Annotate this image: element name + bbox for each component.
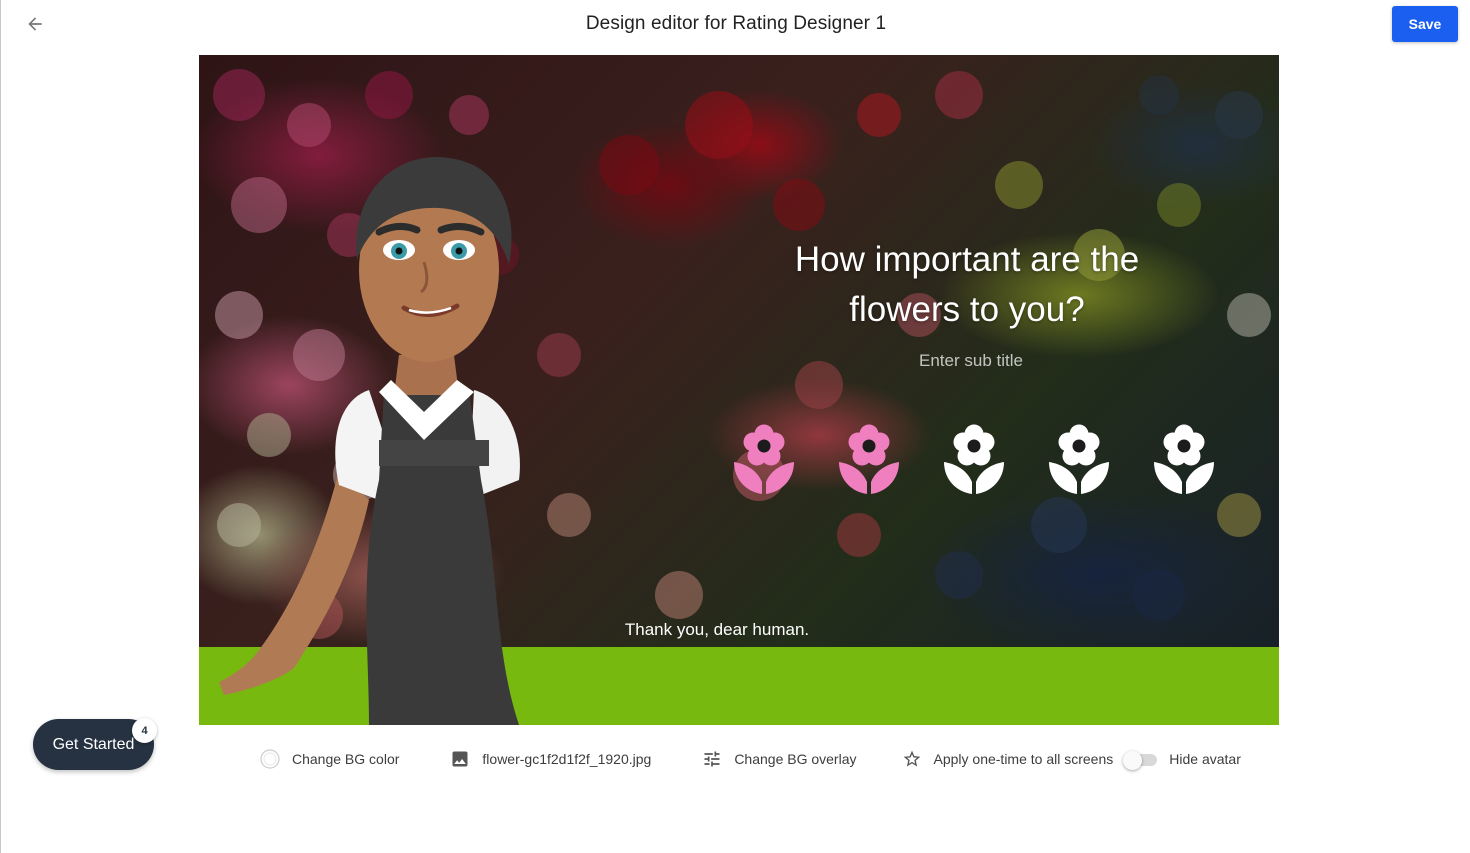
get-started-badge: 4 bbox=[132, 718, 157, 743]
flower-icon bbox=[1154, 424, 1214, 494]
flower-icon bbox=[1049, 424, 1109, 494]
editor-toolbar: Change BG color flower-gc1f2d1f2f_1920.j… bbox=[259, 746, 1241, 772]
bg-image-button[interactable]: flower-gc1f2d1f2f_1920.jpg bbox=[449, 748, 651, 770]
bg-image-filename: flower-gc1f2d1f2f_1920.jpg bbox=[482, 751, 652, 767]
color-swatch-icon bbox=[259, 748, 281, 770]
apply-all-screens-button[interactable]: Apply one-time to all screens bbox=[901, 748, 1114, 770]
hide-avatar-label: Hide avatar bbox=[1169, 751, 1241, 767]
change-bg-color-label: Change BG color bbox=[292, 751, 400, 767]
save-button[interactable]: Save bbox=[1392, 6, 1458, 42]
rating-option-2[interactable] bbox=[834, 421, 904, 497]
change-bg-overlay-button[interactable]: Change BG overlay bbox=[701, 748, 857, 770]
rating-option-4[interactable] bbox=[1044, 421, 1114, 497]
change-bg-color-button[interactable]: Change BG color bbox=[259, 748, 399, 770]
hide-avatar-toggle[interactable] bbox=[1123, 751, 1158, 770]
subtitle-input[interactable]: Enter sub title bbox=[811, 351, 1131, 371]
rating-option-5[interactable] bbox=[1149, 421, 1219, 497]
rating-scale bbox=[729, 421, 1219, 497]
toggle-knob bbox=[1123, 751, 1143, 770]
star-outline-icon bbox=[901, 748, 923, 770]
footer-text[interactable]: Thank you, dear human. bbox=[541, 620, 893, 640]
rating-option-1[interactable] bbox=[729, 421, 799, 497]
image-icon bbox=[449, 748, 471, 770]
flower-icon bbox=[839, 424, 899, 494]
flower-icon bbox=[944, 424, 1004, 494]
apply-all-screens-label: Apply one-time to all screens bbox=[933, 751, 1114, 767]
top-bar: Design editor for Rating Designer 1 Save bbox=[1, 0, 1470, 50]
change-bg-overlay-label: Change BG overlay bbox=[734, 751, 857, 767]
tune-icon bbox=[701, 748, 723, 770]
question-title[interactable]: How important are the flowers to you? bbox=[759, 235, 1175, 335]
page-title: Design editor for Rating Designer 1 bbox=[585, 13, 887, 34]
flower-icon bbox=[734, 424, 794, 494]
rating-option-3[interactable] bbox=[939, 421, 1009, 497]
